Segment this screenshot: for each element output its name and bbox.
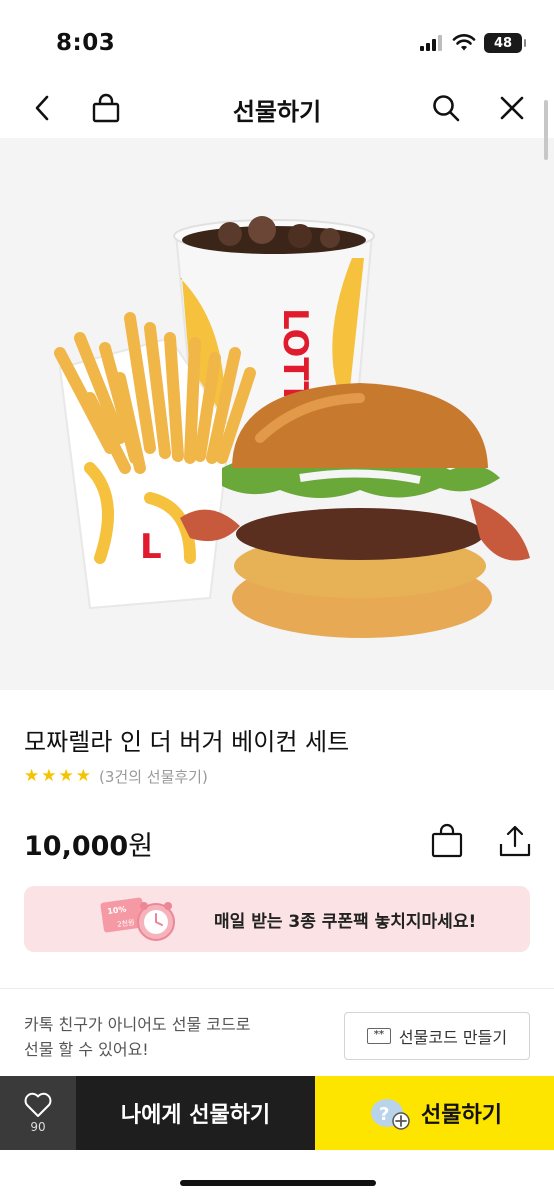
svg-text:L: L — [140, 527, 162, 567]
review-count[interactable]: (3건의 선물후기) — [99, 766, 208, 787]
product-name: 모짜렐라 인 더 버거 베이컨 세트 — [24, 728, 350, 756]
svg-text:?: ? — [379, 1104, 389, 1125]
gift-to-self-button[interactable]: 나에게 선물하기 — [76, 1076, 315, 1150]
coupon-clock-icon: 10% 2천원 — [100, 897, 175, 941]
gift-code-description: 카톡 친구가 아니어도 선물 코드로 선물 할 수 있어요! — [24, 1012, 304, 1062]
status-time: 8:03 — [56, 30, 116, 56]
create-gift-code-label: 선물코드 만들기 — [398, 1028, 508, 1047]
battery-icon: 48 — [484, 33, 526, 53]
wish-button[interactable]: 90 — [0, 1076, 76, 1150]
product-image: LOTT L — [0, 138, 554, 690]
friend-add-icon: ? — [371, 1099, 410, 1130]
header: 선물하기 — [0, 80, 554, 136]
divider — [0, 988, 554, 989]
share-icon[interactable] — [496, 822, 534, 860]
status-icons: 48 — [420, 33, 526, 53]
page-title: 선물하기 — [232, 98, 322, 126]
create-gift-code-button[interactable]: ** 선물코드 만들기 — [344, 1012, 530, 1060]
code-icon: ** — [366, 1028, 391, 1044]
send-gift-button[interactable]: ? 선물하기 — [315, 1076, 554, 1150]
scrollbar[interactable] — [544, 100, 548, 160]
star-icon: ★ — [41, 766, 57, 786]
cart-icon[interactable] — [428, 822, 466, 860]
wish-count: 90 — [30, 1120, 46, 1134]
status-bar: 8:03 48 — [0, 0, 554, 80]
wifi-icon — [452, 34, 476, 51]
bottom-action-bar: 90 나에게 선물하기 ? 선물하기 — [0, 1076, 554, 1150]
star-icon: ★ — [58, 766, 74, 786]
gift-code-description-line2: 선물 할 수 있어요! — [24, 1040, 149, 1059]
gift-code-description-line1: 카톡 친구가 아니어도 선물 코드로 — [24, 1015, 251, 1034]
rating[interactable]: ★ ★ ★ ★ (3건의 선물후기) — [24, 766, 208, 787]
star-icon: ★ — [24, 766, 40, 786]
coupon-banner[interactable]: 10% 2천원 매일 받는 3종 쿠폰팩 놓치지마세요! — [24, 886, 530, 952]
home-indicator — [180, 1180, 376, 1186]
signal-icon — [420, 35, 442, 51]
send-gift-label: 선물하기 — [421, 1103, 502, 1128]
price-number: 10,000 — [24, 831, 129, 862]
star-icon: ★ — [75, 766, 91, 786]
price: 10,000원 — [24, 824, 153, 863]
heart-icon — [24, 1092, 52, 1117]
price-unit: 원 — [128, 831, 154, 862]
coupon-banner-text: 매일 받는 3종 쿠폰팩 놓치지마세요! — [214, 912, 477, 932]
close-icon[interactable] — [494, 90, 530, 126]
search-icon[interactable] — [428, 90, 464, 126]
